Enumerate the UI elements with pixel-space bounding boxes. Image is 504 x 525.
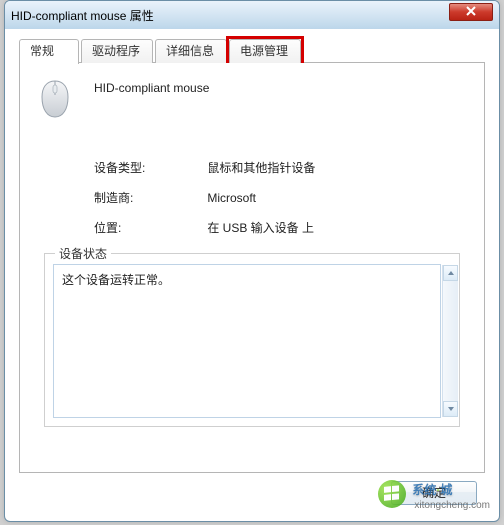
row-location: 位置: 在 USB 输入设备 上 bbox=[94, 219, 314, 236]
tab-power-management[interactable]: 电源管理 bbox=[229, 39, 301, 63]
client-area: 常规 驱动程序 详细信息 电源管理 HID-complian bbox=[13, 33, 491, 513]
tab-label: 电源管理 bbox=[240, 44, 288, 58]
device-type-label: 设备类型: bbox=[94, 159, 204, 176]
tab-label: 驱动程序 bbox=[92, 44, 140, 58]
location-value: 在 USB 输入设备 上 bbox=[207, 219, 314, 236]
device-status-text[interactable]: 这个设备运转正常。 bbox=[53, 264, 441, 418]
device-status-title: 设备状态 bbox=[55, 245, 111, 262]
ok-label: 确定 bbox=[422, 486, 446, 500]
manufacturer-label: 制造商: bbox=[94, 189, 204, 206]
device-status-group: 设备状态 这个设备运转正常。 bbox=[44, 253, 460, 427]
tab-page-general: HID-compliant mouse 设备类型: 鼠标和其他指针设备 制造商:… bbox=[19, 63, 485, 473]
status-text-content: 这个设备运转正常。 bbox=[62, 273, 170, 287]
mouse-icon bbox=[38, 79, 72, 119]
scrollbar[interactable] bbox=[442, 265, 458, 417]
row-device-type: 设备类型: 鼠标和其他指针设备 bbox=[94, 159, 315, 176]
device-type-value: 鼠标和其他指针设备 bbox=[207, 159, 315, 176]
tabstrip: 常规 驱动程序 详细信息 电源管理 bbox=[19, 39, 485, 63]
scroll-down-icon[interactable] bbox=[443, 401, 458, 417]
close-icon bbox=[466, 5, 476, 19]
tab-label: 详细信息 bbox=[166, 44, 214, 58]
tab-general[interactable]: 常规 bbox=[19, 39, 79, 64]
dialog-buttons: 确定 bbox=[391, 481, 477, 505]
tab-label: 常规 bbox=[30, 44, 54, 58]
manufacturer-value: Microsoft bbox=[207, 191, 256, 205]
tab-driver[interactable]: 驱动程序 bbox=[81, 39, 153, 63]
scroll-up-icon[interactable] bbox=[443, 265, 458, 281]
ok-button[interactable]: 确定 bbox=[391, 481, 477, 505]
tab-details[interactable]: 详细信息 bbox=[155, 39, 227, 63]
location-label: 位置: bbox=[94, 219, 204, 236]
close-button[interactable] bbox=[449, 3, 493, 21]
titlebar[interactable]: HID-compliant mouse 属性 bbox=[5, 1, 499, 29]
row-manufacturer: 制造商: Microsoft bbox=[94, 189, 256, 206]
window-title: HID-compliant mouse 属性 bbox=[11, 7, 154, 24]
device-name: HID-compliant mouse bbox=[94, 81, 209, 95]
properties-dialog: HID-compliant mouse 属性 常规 驱动程序 详细信息 电源管理 bbox=[4, 0, 500, 522]
